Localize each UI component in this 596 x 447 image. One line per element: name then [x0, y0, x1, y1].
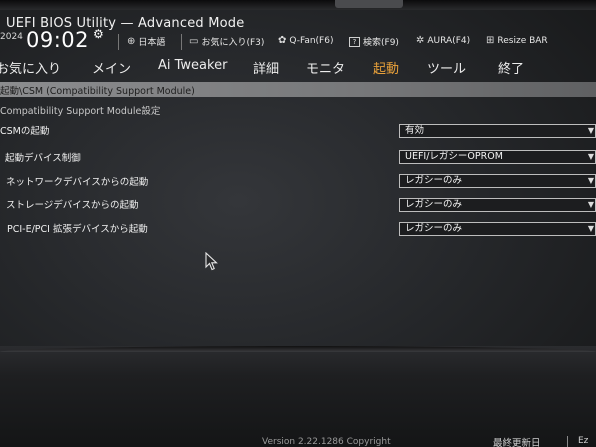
footer-separator	[567, 436, 568, 447]
monitor-lower-bezel	[0, 346, 596, 447]
boot-device-control-select[interactable]: UEFI/レガシーOPROM ▼	[399, 150, 596, 164]
search-label: 検索(F9)	[363, 38, 399, 48]
tab-ai-tweaker[interactable]: Ai Tweaker	[158, 58, 227, 73]
breadcrumb[interactable]: 起動\CSM (Compatibility Support Module)	[0, 83, 195, 97]
network-boot-value: レガシーのみ	[405, 175, 463, 186]
chevron-down-icon: ▼	[587, 126, 594, 135]
toolbar-separator	[118, 34, 119, 50]
bezel-edge	[0, 346, 596, 352]
monitor-top-bezel	[0, 0, 596, 10]
bookmark-icon: ▭	[189, 36, 199, 47]
tab-boot[interactable]: 起動	[373, 58, 399, 77]
footer-version: Version 2.22.1286 Copyright	[262, 437, 391, 447]
language-label: 日本語	[138, 38, 166, 48]
favorites-label: お気に入り(F3)	[201, 38, 265, 48]
csm-launch-value: 有効	[405, 125, 425, 136]
network-boot-select[interactable]: レガシーのみ ▼	[399, 174, 596, 188]
qfan-label: Q-Fan(F6)	[289, 35, 334, 46]
chevron-down-icon: ▼	[587, 200, 594, 209]
clock-settings-icon[interactable]: ⚙	[93, 27, 104, 41]
ez-mode-button[interactable]: Ez	[578, 436, 588, 446]
date-year: 2024	[0, 32, 23, 42]
resize-bar-button[interactable]: ⊞ Resize BAR	[486, 35, 548, 46]
tab-advanced[interactable]: 詳細	[253, 58, 279, 77]
storage-boot-select[interactable]: レガシーのみ ▼	[399, 198, 596, 212]
chevron-down-icon: ▼	[587, 152, 594, 161]
pcie-boot-value: レガシーのみ	[405, 223, 463, 234]
boot-device-control-value: UEFI/レガシーOPROM	[405, 151, 503, 162]
tab-main[interactable]: メイン	[92, 58, 131, 77]
favorites-button[interactable]: ▭ お気に入り(F3)	[189, 35, 264, 48]
language-button[interactable]: ⊕ 日本語	[127, 35, 165, 48]
tab-favorites[interactable]: お気に入り	[0, 58, 61, 77]
qfan-button[interactable]: ✿ Q-Fan(F6)	[278, 35, 333, 46]
help-icon: ?	[349, 36, 360, 47]
csm-launch-select[interactable]: 有効 ▼	[399, 124, 596, 138]
tab-exit[interactable]: 終了	[498, 58, 524, 77]
toolbar-separator	[181, 34, 182, 50]
tab-monitor[interactable]: モニタ	[306, 58, 345, 77]
clock: 09:02	[26, 28, 90, 52]
resize-bar-label: Resize BAR	[497, 35, 548, 46]
chevron-down-icon: ▼	[587, 176, 594, 185]
setting-label-pcie-boot: PCI-E/PCI 拡張デバイスから起動	[7, 224, 148, 235]
aura-icon: ✲	[416, 35, 425, 46]
resize-bar-icon: ⊞	[486, 35, 495, 46]
fan-icon: ✿	[278, 35, 287, 46]
main-menu: お気に入り メイン Ai Tweaker 詳細 モニタ 起動 ツール 終了	[0, 56, 596, 80]
setting-label-csm-launch: CSMの起動	[0, 126, 50, 137]
last-modified-button[interactable]: 最終更新日	[493, 435, 541, 447]
setting-label-storage-boot: ストレージデバイスからの起動	[6, 200, 139, 211]
setting-label-boot-device-control: 起動デバイス制御	[5, 153, 81, 164]
setting-label-network-boot: ネットワークデバイスからの起動	[6, 177, 149, 188]
section-title: Compatibility Support Module設定	[0, 106, 161, 117]
mouse-cursor-icon	[205, 252, 218, 271]
storage-boot-value: レガシーのみ	[405, 199, 463, 210]
aura-label: AURA(F4)	[427, 35, 471, 46]
breadcrumb-bar: 起動\CSM (Compatibility Support Module)	[0, 82, 596, 97]
pcie-boot-select[interactable]: レガシーのみ ▼	[399, 222, 596, 236]
globe-icon: ⊕	[127, 36, 136, 47]
aura-button[interactable]: ✲ AURA(F4)	[416, 35, 470, 46]
chevron-down-icon: ▼	[587, 224, 594, 233]
monitor-notch	[335, 0, 403, 8]
search-button[interactable]: ? 検索(F9)	[349, 35, 399, 48]
tab-tool[interactable]: ツール	[427, 58, 466, 77]
